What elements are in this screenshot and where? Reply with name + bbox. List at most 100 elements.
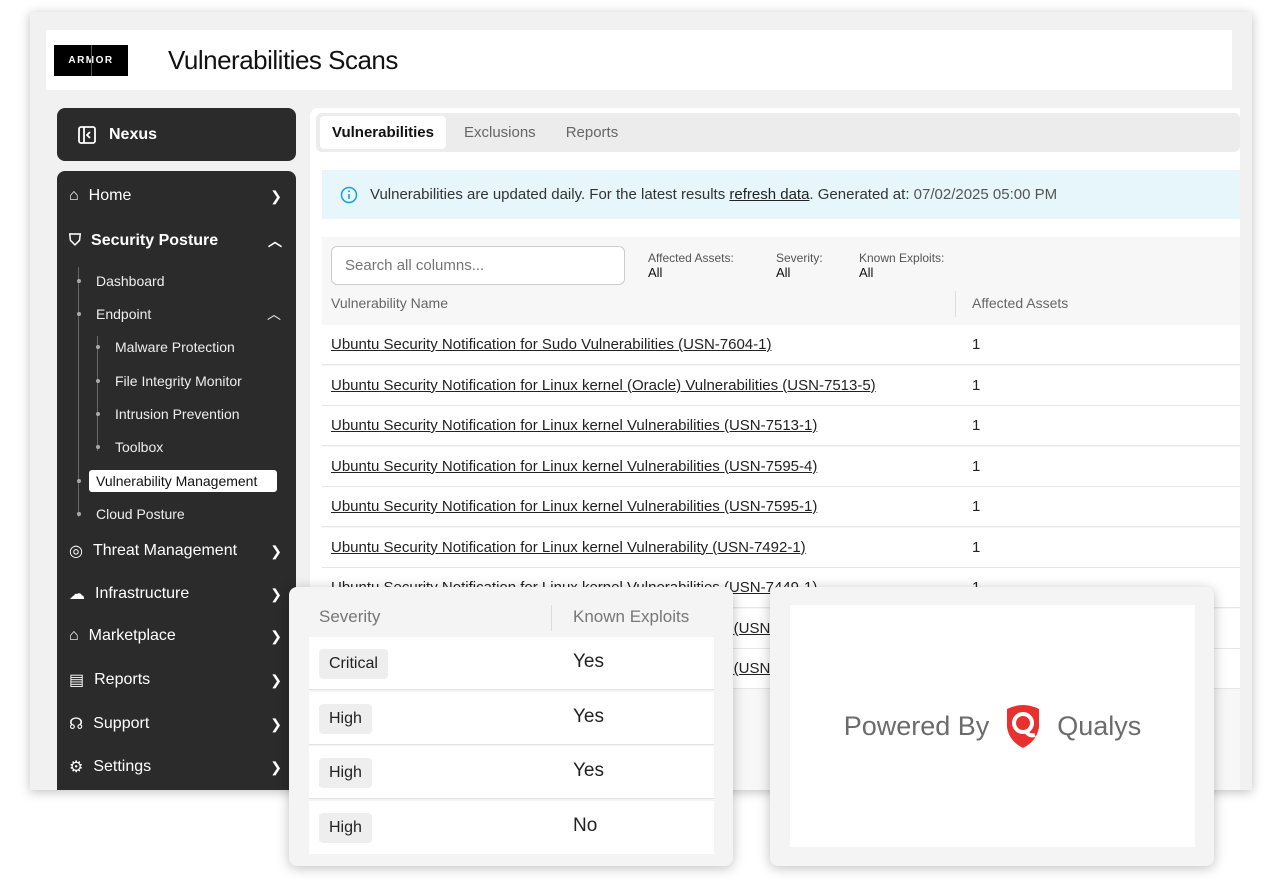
vulnerability-link[interactable]: Ubuntu Security Notification for Linux k… [331, 417, 817, 434]
sidebar-sub-dashboard[interactable]: Dashboard [96, 273, 165, 289]
table-row: Ubuntu Security Notification for Linux k… [322, 365, 1240, 406]
affected-assets-count: 1 [972, 417, 981, 434]
shield-icon: ⛉ [69, 232, 82, 249]
affected-assets-count: 1 [972, 538, 981, 556]
chevron-right-icon: ❯ [270, 627, 282, 644]
known-exploits-value: Yes [573, 651, 604, 672]
sidebar-item-home[interactable]: ⌂ Home ❯ [69, 187, 282, 205]
info-icon [340, 186, 358, 203]
info-text: Vulnerabilities are updated daily. For t… [370, 186, 1058, 203]
sidebar-item-marketplace[interactable]: ⌂ Marketplace ❯ [69, 627, 282, 645]
powered-by-card: Powered By Qualys [770, 587, 1214, 866]
filter-severity[interactable]: Severity: All [776, 251, 823, 280]
affected-assets-count: 1 [972, 498, 981, 515]
clipboard-icon: ▤ [69, 672, 85, 689]
tree-dot [77, 512, 81, 516]
chevron-up-icon[interactable]: ︿ [267, 304, 281, 324]
armor-logo: ARMOR [54, 44, 128, 76]
headset-icon: ☊ [69, 716, 84, 733]
vulnerability-link[interactable]: Ubuntu Security Notification for Linux k… [331, 539, 806, 556]
vulnerability-link[interactable]: Ubuntu Security Notification for Linux k… [331, 458, 817, 475]
tab-reports[interactable]: Reports [554, 116, 631, 149]
tree-dot [96, 345, 100, 349]
known-exploits-value: Yes [573, 705, 604, 727]
tree-dot [96, 379, 100, 383]
severity-badge: High [319, 758, 372, 788]
sidebar-item-settings[interactable]: ⚙ Settings ❯ [69, 757, 282, 777]
page-title: Vulnerabilities Scans [168, 44, 398, 75]
sidebar-sub-file-integrity-monitor[interactable]: File Integrity Monitor [115, 373, 242, 389]
nexus-label: Nexus [109, 125, 158, 143]
tab-bar: Vulnerabilities Exclusions Reports [316, 113, 1240, 152]
tab-vulnerabilities[interactable]: Vulnerabilities [320, 116, 446, 149]
column-header-name[interactable]: Vulnerability Name [331, 295, 448, 311]
tree-dot [77, 312, 81, 316]
header: ARMOR Vulnerabilities Scans [46, 30, 1232, 90]
chevron-right-icon: ❯ [270, 758, 282, 775]
chevron-right-icon: ❯ [270, 542, 282, 559]
chevron-right-icon: ❯ [270, 715, 282, 732]
column-header-assets[interactable]: Affected Assets [972, 295, 1068, 311]
sidebar-sub-vulnerability-management[interactable]: Vulnerability Management [89, 470, 277, 492]
generated-date: 07/02/2025 05:00 PM [913, 186, 1058, 203]
table-row: Ubuntu Security Notification for Linux k… [322, 446, 1240, 487]
table-row: Ubuntu Security Notification for Linux k… [322, 487, 1240, 527]
known-exploits-value: Yes [573, 760, 604, 781]
sidebar-item-security-posture[interactable]: ⛉ Security Posture ︿ [69, 231, 282, 251]
severity-badge: Critical [319, 649, 388, 679]
sidebar-item-reports[interactable]: ▤ Reports ❯ [69, 670, 282, 690]
sidebar-sub-cloud-posture[interactable]: Cloud Posture [96, 506, 185, 522]
severity-badge: High [319, 703, 372, 734]
qualys-logo-icon [1007, 705, 1040, 748]
popover-row: High Yes [309, 691, 714, 745]
vulnerability-link[interactable]: Ubuntu Security Notification for Linux k… [331, 498, 817, 515]
affected-assets-count: 1 [972, 457, 981, 475]
powered-by-text: Powered By [843, 710, 990, 741]
collapse-sidebar-icon [78, 125, 96, 144]
table-row: Ubuntu Security Notification for Linux k… [322, 527, 1240, 568]
chevron-right-icon: ❯ [270, 585, 282, 602]
severity-badge: High [319, 812, 372, 843]
home-icon: ⌂ [69, 187, 79, 204]
tree-dot [77, 279, 81, 283]
nexus-button[interactable]: Nexus [57, 108, 296, 161]
popover-row: High Yes [309, 746, 714, 799]
search-input[interactable] [331, 246, 625, 285]
refresh-data-link[interactable]: refresh data [729, 186, 809, 203]
filter-known-exploits[interactable]: Known Exploits: All [859, 251, 944, 280]
qualys-brand: Qualys [1057, 710, 1142, 741]
tree-line [97, 336, 98, 451]
sidebar-sub-endpoint[interactable]: Endpoint [96, 306, 151, 322]
sidebar-nav: ⌂ Home ❯ ⛉ Security Posture ︿ Dashboard Endp… [57, 171, 296, 790]
target-icon: ◎ [69, 543, 83, 560]
sidebar-sub-malware-protection[interactable]: Malware Protection [115, 339, 235, 355]
info-banner: Vulnerabilities are updated daily. For t… [322, 170, 1240, 219]
popover-row: High No [309, 800, 714, 854]
chevron-up-icon: ︿ [268, 233, 282, 249]
chevron-right-icon: ❯ [270, 187, 282, 204]
known-exploits-value: No [573, 814, 598, 836]
sidebar-item-threat-management[interactable]: ◎ Threat Management ❯ [69, 541, 282, 561]
sidebar-sub-toolbox[interactable]: Toolbox [115, 439, 163, 455]
sidebar-sub-intrusion-prevention[interactable]: Intrusion Prevention [115, 406, 240, 422]
chevron-right-icon: ❯ [270, 671, 282, 688]
popover-header-exploits: Known Exploits [573, 607, 690, 626]
store-icon: ⌂ [69, 627, 79, 644]
affected-assets-count: 1 [972, 336, 981, 353]
column-divider [955, 291, 956, 317]
table-row: Ubuntu Security Notification for Sudo Vu… [322, 325, 1240, 365]
popover-header-severity: Severity [319, 607, 381, 626]
column-divider [551, 605, 552, 631]
filter-affected-assets[interactable]: Affected Assets: All [648, 251, 734, 280]
vulnerability-link[interactable]: Ubuntu Security Notification for Sudo Vu… [331, 336, 772, 353]
vulnerability-link[interactable]: Ubuntu Security Notification for Linux k… [331, 377, 876, 394]
tree-dot [77, 479, 81, 483]
sidebar-item-infrastructure[interactable]: ☁ Infrastructure ❯ [69, 584, 282, 604]
gear-icon: ⚙ [69, 759, 84, 776]
sidebar-item-support[interactable]: ☊ Support ❯ [69, 714, 282, 734]
affected-assets-count: 1 [972, 376, 981, 394]
table-row: Ubuntu Security Notification for Linux k… [322, 406, 1240, 446]
tab-exclusions[interactable]: Exclusions [452, 116, 548, 149]
powered-by-box: Powered By Qualys [790, 605, 1195, 847]
cloud-icon: ☁ [69, 586, 85, 603]
